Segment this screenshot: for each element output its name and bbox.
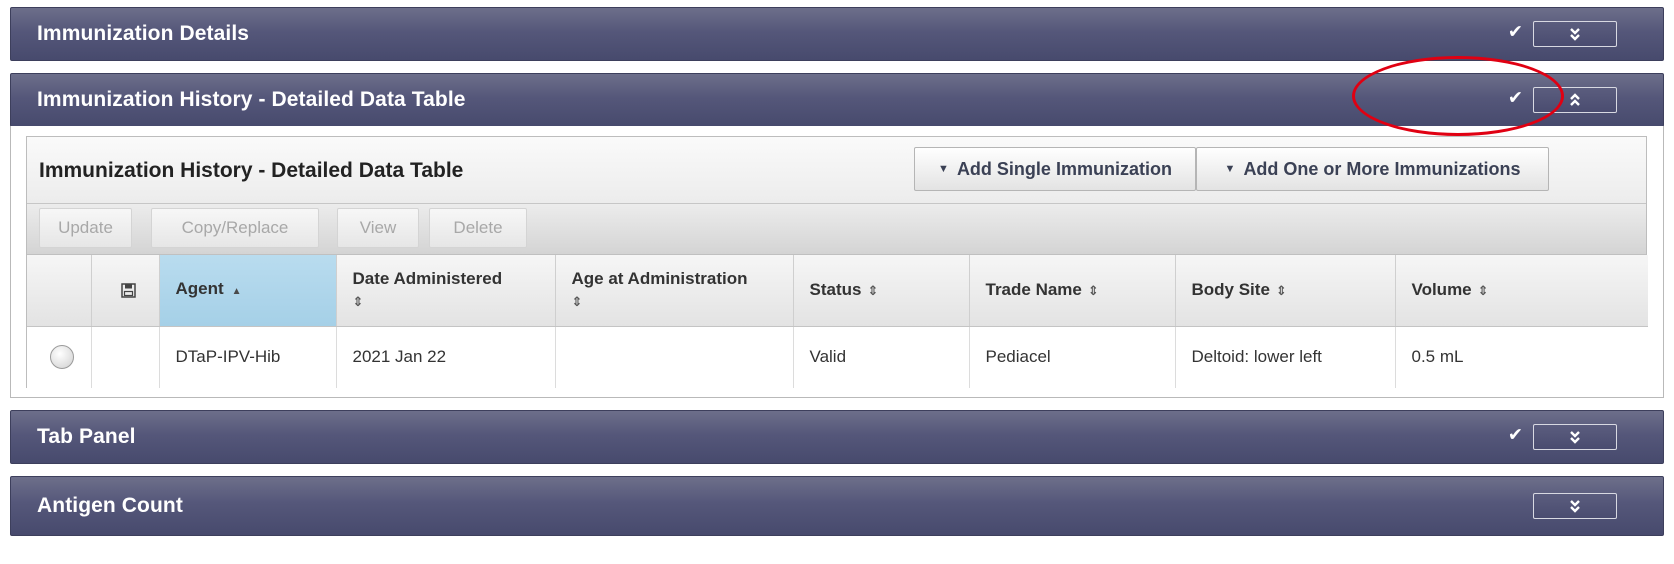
- column-label: Status: [809, 279, 862, 299]
- column-header-trade-name[interactable]: Trade Name ⇕: [969, 255, 1176, 327]
- sort-ascending-icon: ▲: [231, 285, 242, 297]
- panel-title: Immunization History - Detailed Data Tab…: [37, 88, 466, 111]
- panel-title: Immunization Details: [37, 22, 250, 45]
- column-label: Trade Name: [985, 279, 1082, 299]
- cell-age-at-administration: [555, 326, 794, 388]
- panel-header-antigen-count[interactable]: Antigen Count: [10, 476, 1664, 536]
- sort-icon: ⇕: [1477, 282, 1489, 298]
- add-single-label: Add Single Immunization: [956, 158, 1172, 179]
- caret-down-icon: ▼: [938, 163, 949, 175]
- expand-button[interactable]: [1533, 424, 1617, 450]
- sort-icon: ⇕: [1275, 282, 1287, 298]
- double-chevron-down-icon: [1570, 500, 1580, 513]
- row-save-cell: [91, 326, 160, 388]
- save-icon: [120, 283, 136, 298]
- add-multiple-label: Add One or More Immunizations: [1243, 158, 1521, 179]
- column-label: Age at Administration: [571, 268, 748, 288]
- column-header-agent[interactable]: Agent ▲: [159, 255, 337, 327]
- data-table-header: Immunization History - Detailed Data Tab…: [27, 137, 1646, 204]
- add-multiple-immunizations-button[interactable]: ▼ Add One or More Immunizations: [1196, 147, 1549, 191]
- sort-icon: ⇕: [1087, 282, 1099, 298]
- update-button[interactable]: Update: [39, 208, 132, 248]
- panel-header-immunization-history[interactable]: Immunization History - Detailed Data Tab…: [10, 73, 1664, 127]
- column-header-status[interactable]: Status ⇕: [793, 255, 970, 327]
- panel-header-immunization-details[interactable]: Immunization Details ✔: [10, 7, 1664, 61]
- copy-replace-button[interactable]: Copy/Replace: [151, 208, 319, 248]
- immunization-history-content: Immunization History - Detailed Data Tab…: [10, 126, 1664, 398]
- expand-button[interactable]: [1533, 21, 1617, 47]
- double-chevron-down-icon: [1570, 28, 1580, 41]
- check-icon: ✔: [1507, 87, 1523, 108]
- column-label: Volume: [1411, 279, 1472, 299]
- table-toolbar: Update Copy/Replace View Delete: [27, 204, 1646, 255]
- column-label: Body Site: [1191, 279, 1270, 299]
- column-header-date-administered[interactable]: Date Administered ⇕: [336, 255, 556, 327]
- double-chevron-up-icon: [1570, 93, 1580, 106]
- save-column-header[interactable]: [91, 255, 160, 327]
- panel-title: Antigen Count: [37, 494, 183, 517]
- table-row[interactable]: DTaP-IPV-Hib 2021 Jan 22 Valid Pediacel …: [27, 326, 1648, 388]
- sort-icon: ⇕: [571, 293, 583, 309]
- row-radio-button[interactable]: [49, 345, 74, 370]
- immunization-table: Agent ▲ Date Administered ⇕ Age at Adminis…: [27, 255, 1648, 388]
- row-select-cell[interactable]: [27, 326, 92, 388]
- cell-date-administered: 2021 Jan 22: [336, 326, 556, 388]
- caret-down-icon: ▼: [1224, 163, 1236, 175]
- expand-button[interactable]: [1533, 493, 1617, 519]
- check-icon: ✔: [1507, 21, 1523, 42]
- cell-status: Valid: [793, 326, 970, 388]
- column-label: Date Administered: [352, 268, 503, 288]
- cell-body-site: Deltoid: lower left: [1175, 326, 1396, 388]
- data-table-panel: Immunization History - Detailed Data Tab…: [26, 136, 1648, 388]
- panel-title: Tab Panel: [37, 425, 136, 448]
- cell-volume: 0.5 mL: [1395, 326, 1648, 388]
- cell-agent: DTaP-IPV-Hib: [159, 326, 337, 388]
- double-chevron-down-icon: [1570, 431, 1580, 444]
- check-icon: ✔: [1507, 424, 1523, 445]
- column-header-age-at-administration[interactable]: Age at Administration ⇕: [555, 255, 794, 327]
- sort-icon: ⇕: [867, 282, 879, 298]
- column-header-body-site[interactable]: Body Site ⇕: [1175, 255, 1396, 327]
- column-header-volume[interactable]: Volume ⇕: [1395, 255, 1648, 327]
- delete-button[interactable]: Delete: [429, 208, 527, 248]
- cell-trade-name: Pediacel: [969, 326, 1176, 388]
- column-label: Agent: [175, 278, 224, 298]
- sort-icon: ⇕: [352, 293, 364, 309]
- view-button[interactable]: View: [337, 208, 419, 248]
- collapse-button[interactable]: [1533, 87, 1617, 113]
- data-table-title: Immunization History - Detailed Data Tab…: [39, 159, 464, 182]
- table-header-row: Agent ▲ Date Administered ⇕ Age at Adminis…: [27, 255, 1648, 327]
- panel-header-tab-panel[interactable]: Tab Panel ✔: [10, 410, 1664, 464]
- select-column-header: [27, 255, 92, 327]
- add-single-immunization-button[interactable]: ▼ Add Single Immunization: [914, 147, 1196, 191]
